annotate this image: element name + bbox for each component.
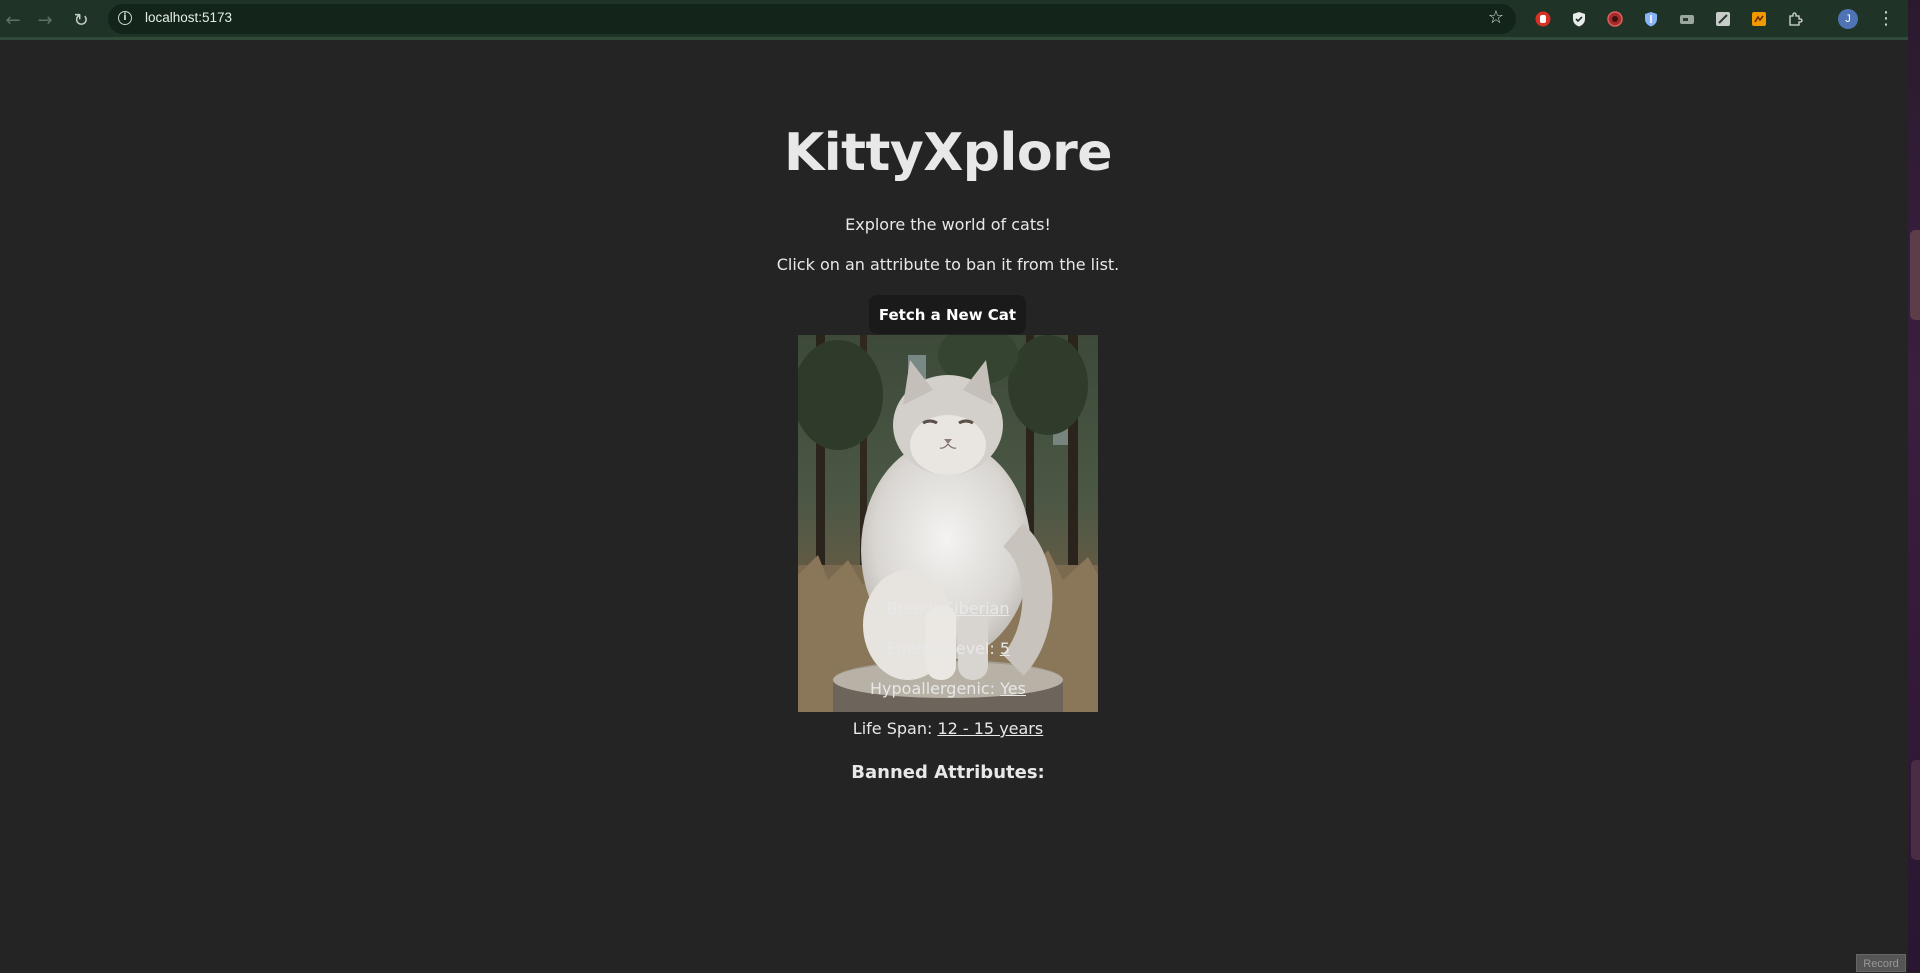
- app-subtitle: Explore the world of cats!: [845, 215, 1051, 234]
- extension-orange-icon[interactable]: [1749, 9, 1769, 29]
- puzzle-icon[interactable]: [1785, 9, 1805, 29]
- extension-red-circle-icon[interactable]: [1605, 9, 1625, 29]
- attribute-label: Breed:: [886, 599, 944, 618]
- background-window-decoration: [1910, 230, 1920, 320]
- app-page: KittyXplore Explore the world of cats! C…: [0, 43, 1908, 972]
- attribute-life-span: Life Span: 12 - 15 years: [0, 719, 1896, 738]
- energy-level-value-link[interactable]: 5: [1000, 639, 1010, 658]
- attribute-label: Life Span:: [852, 719, 938, 738]
- extension-shield-icon[interactable]: [1569, 9, 1589, 29]
- app-title: KittyXplore: [783, 123, 1113, 183]
- extension-pen-icon[interactable]: [1713, 9, 1733, 29]
- ban-instruction: Click on an attribute to ban it from the…: [776, 255, 1120, 274]
- extension-blue-shield-icon[interactable]: [1641, 9, 1661, 29]
- browser-toolbar: ← → ↻ i localhost:5173 ☆ J ⋮: [0, 0, 1920, 40]
- record-button[interactable]: Record: [1856, 954, 1906, 972]
- attribute-label: Energy Level:: [886, 639, 1000, 658]
- extension-hand-icon[interactable]: [1533, 9, 1553, 29]
- forward-icon[interactable]: →: [32, 7, 58, 33]
- reload-icon[interactable]: ↻: [68, 7, 94, 33]
- url-text[interactable]: localhost:5173: [145, 10, 232, 25]
- breed-value-link[interactable]: Siberian: [944, 599, 1010, 618]
- extension-gray-tab-icon[interactable]: [1677, 9, 1697, 29]
- life-span-value-link[interactable]: 12 - 15 years: [937, 719, 1043, 738]
- profile-avatar[interactable]: J: [1838, 9, 1858, 29]
- banned-attributes-heading: Banned Attributes:: [851, 762, 1045, 783]
- back-icon[interactable]: ←: [0, 7, 26, 33]
- star-icon[interactable]: ☆: [1488, 7, 1504, 28]
- info-icon[interactable]: i: [118, 11, 132, 25]
- background-window-decoration: [1911, 760, 1920, 860]
- attribute-energy-level: Energy Level: 5: [0, 639, 1896, 658]
- fetch-new-cat-button[interactable]: Fetch a New Cat: [869, 295, 1026, 334]
- attribute-hypoallergenic: Hypoallergenic: Yes: [0, 679, 1896, 698]
- background-window-edge: [1908, 0, 1920, 972]
- hypoallergenic-value-link[interactable]: Yes: [1000, 679, 1026, 698]
- kebab-menu-icon[interactable]: ⋮: [1877, 8, 1895, 29]
- attribute-label: Hypoallergenic:: [870, 679, 1001, 698]
- address-bar[interactable]: i localhost:5173 ☆: [108, 4, 1516, 34]
- attribute-breed: Breed: Siberian: [0, 599, 1896, 618]
